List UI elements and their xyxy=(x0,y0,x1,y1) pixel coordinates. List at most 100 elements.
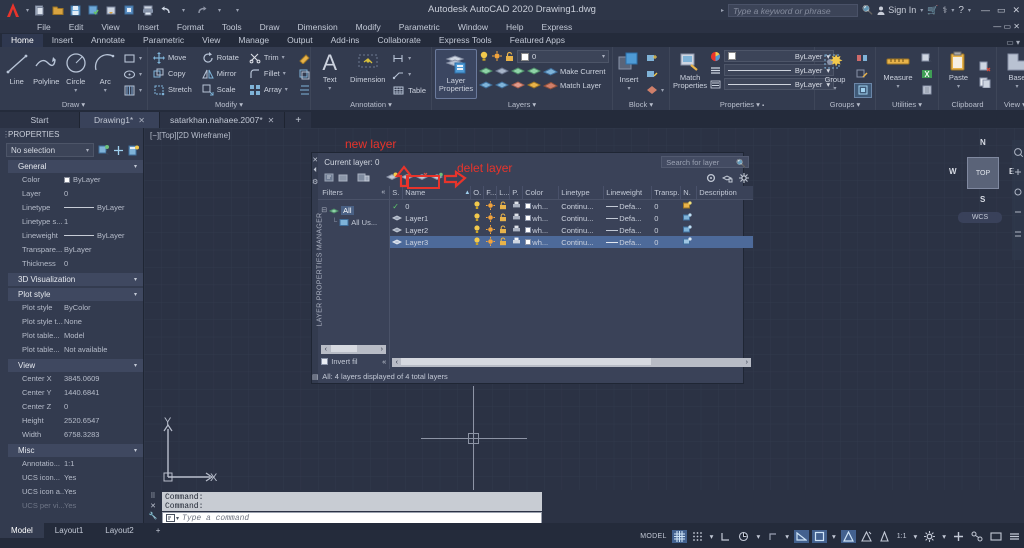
col-color[interactable]: Color xyxy=(523,186,559,199)
annotation-scale-button[interactable]: 1:1 xyxy=(895,530,909,543)
ribbon-minimize-icon[interactable]: ▭ ▾ xyxy=(1006,38,1024,47)
compass-west-label[interactable]: W xyxy=(949,167,957,176)
row-transparency-0[interactable]: 0 xyxy=(652,202,681,211)
selection-dropdown-icon[interactable]: ▾ xyxy=(86,147,89,154)
match-properties-button[interactable]: Match Properties xyxy=(673,49,707,99)
panel-title-clipboard[interactable]: Clipboard xyxy=(939,99,996,110)
property-row-lineweight[interactable]: Lineweight ByLayer xyxy=(8,229,143,243)
row-freeze-icon-3[interactable] xyxy=(486,237,495,248)
lightbulb-icon[interactable] xyxy=(479,51,489,62)
new-file-tab-button[interactable]: + xyxy=(285,112,311,128)
ribbon-tab-parametric[interactable]: Parametric xyxy=(134,34,193,47)
row-name-2[interactable]: Layer2 xyxy=(403,226,471,235)
logo-dropdown-icon[interactable]: ▾ xyxy=(26,7,29,14)
measure-dropdown-icon[interactable]: ▾ xyxy=(896,83,899,90)
menu-tools[interactable]: Tools xyxy=(213,22,251,32)
layer-unlock-icon[interactable] xyxy=(527,79,541,91)
edit-block-button[interactable] xyxy=(644,67,666,82)
general-collapse-icon[interactable]: ▾ xyxy=(134,163,137,170)
cut-button[interactable] xyxy=(977,59,993,74)
snap-dropdown-icon[interactable]: ▾ xyxy=(708,530,716,543)
invert-filter-row[interactable]: Invert fil « xyxy=(318,356,389,369)
unlock-icon[interactable] xyxy=(505,51,514,62)
base-view-button[interactable]: Base ▾ xyxy=(1000,49,1024,99)
row-color-swatch-1[interactable] xyxy=(525,215,531,221)
new-icon[interactable] xyxy=(31,1,48,19)
ribbon-tab-output[interactable]: Output xyxy=(278,34,322,47)
file-tab-satarkhan-close-icon[interactable]: ✕ xyxy=(268,116,275,125)
annotation-table-button[interactable]: Table xyxy=(390,83,428,98)
property-row-annotation-scale[interactable]: Annotatio... 1:1 xyxy=(8,457,143,471)
modify-rotate-button[interactable]: Rotate xyxy=(200,50,241,65)
viewport-label[interactable]: [−][Top][2D Wireframe] xyxy=(150,131,230,140)
row-on-icon-2[interactable] xyxy=(473,225,481,236)
col-lock[interactable]: L... xyxy=(497,186,510,199)
ribbon-tab-collaborate[interactable]: Collaborate xyxy=(368,34,429,47)
filters-collapse-icon[interactable]: « xyxy=(381,189,385,196)
infer-constraints-toggle[interactable] xyxy=(718,530,733,543)
isometric-drafting-toggle[interactable] xyxy=(812,530,827,543)
quick-select-button[interactable] xyxy=(919,51,935,66)
draw-rectangle-button[interactable]: ▾ xyxy=(121,51,144,66)
help-search-input[interactable]: Type a keyword or phrase xyxy=(728,4,858,17)
draw-circle-button[interactable]: Circle ▾ xyxy=(62,49,90,99)
search-expand-icon[interactable]: ▸ xyxy=(721,7,724,14)
new-layer-icon[interactable] xyxy=(386,172,398,183)
invert-filter-checkbox[interactable] xyxy=(321,358,328,365)
workspace-switching-button[interactable] xyxy=(922,530,937,543)
table-row[interactable]: ✓ 0 wh... Continu... Defa... 0 xyxy=(390,200,753,212)
menu-help[interactable]: Help xyxy=(497,22,532,32)
filter-node-all-used[interactable]: └ All Us... xyxy=(321,216,386,228)
panel-title-view[interactable]: View ▾ ▪ xyxy=(997,99,1024,110)
row-lock-icon-2[interactable] xyxy=(499,225,507,236)
menu-view[interactable]: View xyxy=(92,22,128,32)
file-tab-start[interactable]: Start xyxy=(0,112,80,128)
refresh-icon[interactable] xyxy=(706,173,716,183)
undo-dropdown-icon[interactable]: ▾ xyxy=(175,1,192,19)
ribbon-tab-insert[interactable]: Insert xyxy=(43,34,82,47)
modify-scale-button[interactable]: Scale xyxy=(200,82,241,97)
export-icon[interactable] xyxy=(103,1,120,19)
model-space-button[interactable]: MODEL xyxy=(638,530,668,543)
quick-calc-icon[interactable] xyxy=(128,145,139,156)
table-row[interactable]: Layer2 wh... Continu... Defa... 0 xyxy=(390,224,753,236)
property-row-plot-style[interactable]: Plot style ByColor xyxy=(8,301,143,315)
menu-file[interactable]: File xyxy=(28,22,60,32)
settings-icon[interactable] xyxy=(739,173,749,183)
view-cube[interactable]: TOP N S E W xyxy=(950,140,1016,206)
row-color-swatch-2[interactable] xyxy=(525,227,531,233)
workspace-dropdown-icon[interactable]: ▾ xyxy=(940,530,948,543)
view-collapse-icon[interactable]: ▾ xyxy=(134,362,137,369)
navigation-bar[interactable] xyxy=(1012,140,1024,260)
save-as-icon[interactable] xyxy=(85,1,102,19)
create-block-button[interactable] xyxy=(644,51,666,66)
property-group-plot-style[interactable]: Plot style ▾ xyxy=(8,288,143,301)
paste-button[interactable]: Paste ▾ xyxy=(942,49,975,99)
property-row-thickness[interactable]: Thickness 0 xyxy=(8,257,143,271)
compass-north-label[interactable]: N xyxy=(980,138,986,147)
layout-tab-model[interactable]: Model xyxy=(0,523,44,538)
help-icon[interactable]: ? xyxy=(958,5,964,16)
modify-mirror-button[interactable]: Mirror xyxy=(200,66,241,81)
arc-dropdown-icon[interactable]: ▾ xyxy=(104,87,107,94)
text-dropdown-icon[interactable]: ▾ xyxy=(328,85,331,92)
compass-south-label[interactable]: S xyxy=(980,195,985,204)
col-transparency[interactable]: Transp... xyxy=(652,186,681,199)
modify-move-button[interactable]: Move xyxy=(151,50,194,65)
ribbon-tab-featured-apps[interactable]: Featured Apps xyxy=(501,34,574,47)
layer-turn-on-icon[interactable] xyxy=(511,79,525,91)
open-icon[interactable] xyxy=(49,1,66,19)
draw-polyline-button[interactable]: Polyline xyxy=(33,49,61,99)
search-submit-icon[interactable]: 🔍 xyxy=(862,5,873,16)
property-row-plot-table-type[interactable]: Plot table... Not available xyxy=(8,343,143,357)
ribbon-tab-view[interactable]: View xyxy=(193,34,229,47)
menu-draw[interactable]: Draw xyxy=(251,22,289,32)
circle-dropdown-icon[interactable]: ▾ xyxy=(74,87,77,94)
modify-copy-button[interactable]: Copy xyxy=(151,66,194,81)
col-freeze[interactable]: F... xyxy=(484,186,497,199)
plot-style-collapse-icon[interactable]: ▾ xyxy=(134,291,137,298)
minimize-button[interactable]: — xyxy=(981,5,990,15)
panel-title-groups[interactable]: Groups ▾ xyxy=(815,99,875,110)
property-row-linetype[interactable]: Linetype ByLayer xyxy=(8,201,143,215)
menu-edit[interactable]: Edit xyxy=(60,22,93,32)
